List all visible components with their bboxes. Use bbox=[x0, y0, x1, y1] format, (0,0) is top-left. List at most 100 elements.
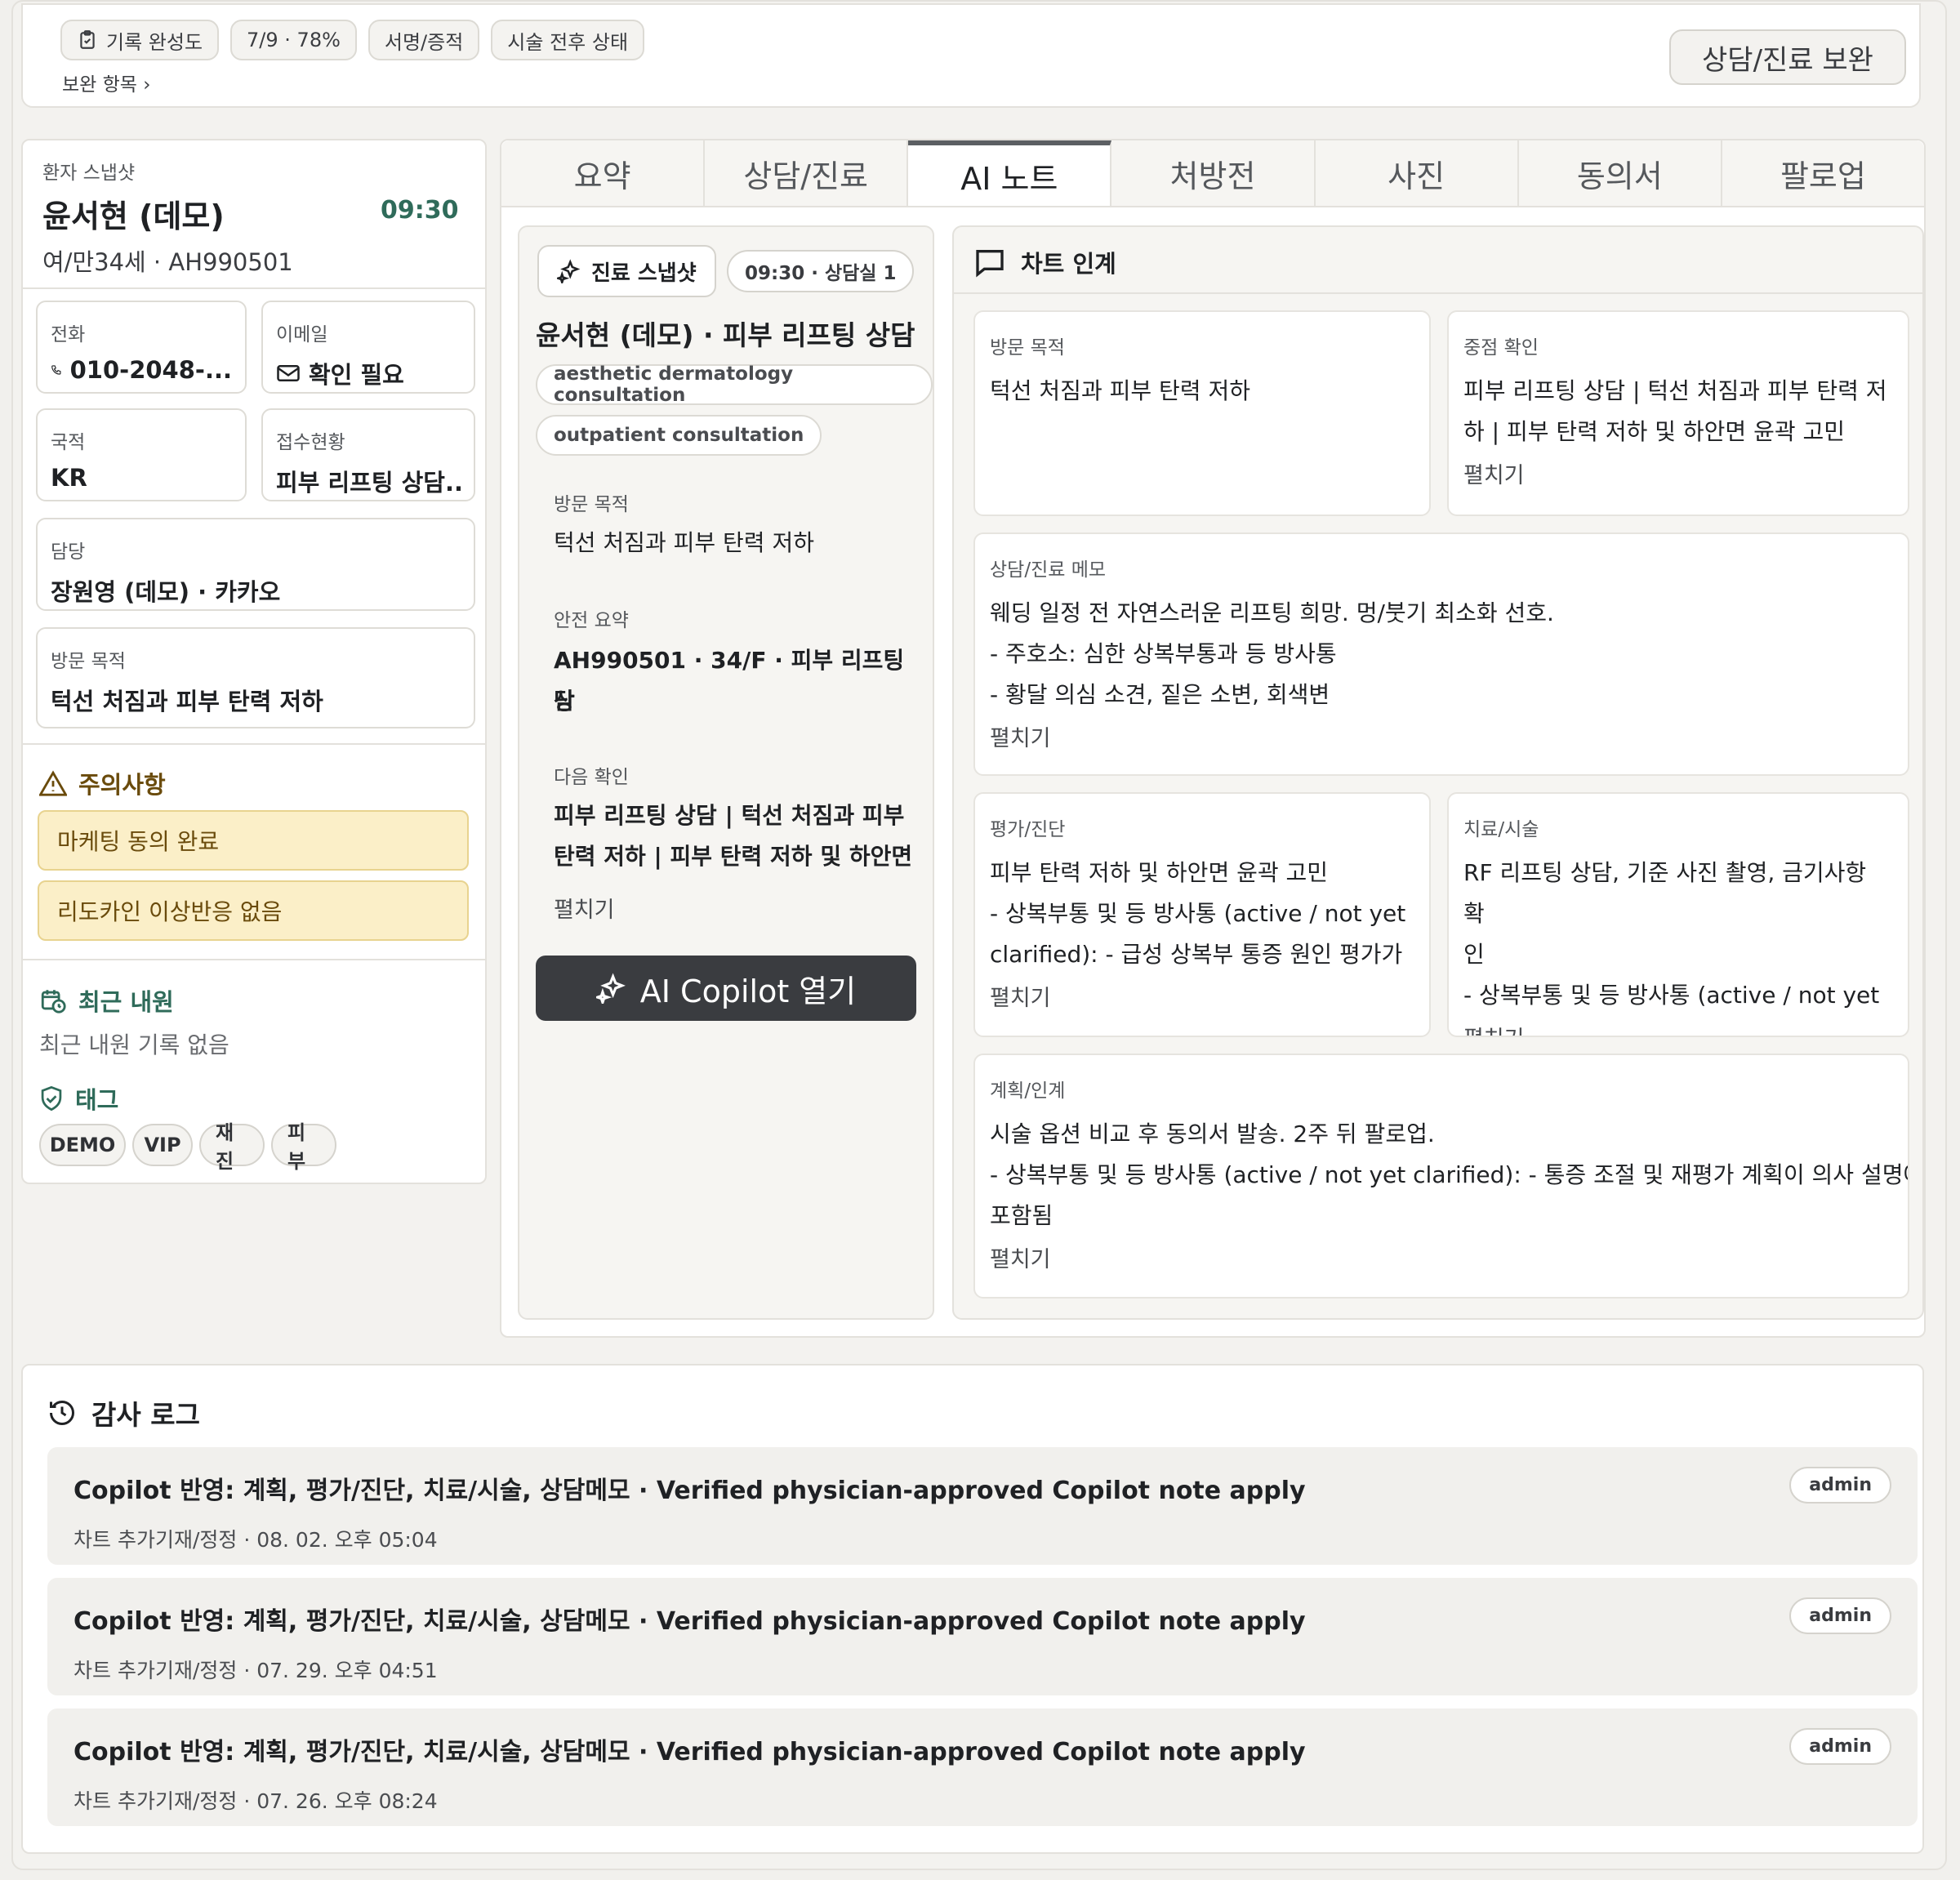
pill-score[interactable]: 7/9 · 78% bbox=[230, 20, 357, 60]
record-completeness-bar: 기록 완성도 7/9 · 78% 서명/증적 시술 전후 상태 보완 항목 › … bbox=[21, 3, 1921, 108]
caution-item: 리도카인 이상반응 없음 bbox=[38, 880, 469, 941]
tags-header: 태그 bbox=[39, 1081, 118, 1116]
phone-icon bbox=[51, 365, 61, 375]
visit-label: 방문 목적 bbox=[554, 494, 629, 515]
clipboard-icon bbox=[80, 30, 95, 49]
chat-icon bbox=[976, 250, 1004, 278]
email-label: 이메일 bbox=[276, 324, 328, 345]
safety-label: 안전 요약 bbox=[554, 610, 629, 631]
tab-consent[interactable]: 동의서 bbox=[1519, 140, 1722, 206]
patient-meta: 여/만34세 · AH990501 bbox=[42, 248, 293, 276]
card-line: - 상복부통 및 등 방사통 (active / not yet clarifi… bbox=[990, 1161, 1909, 1188]
safety-text: 담 bbox=[554, 688, 575, 715]
clinical-snapshot-card: 진료 스냅샷 09:30 · 상담실 1 윤서현 (데모) · 피부 리프팅 상… bbox=[518, 225, 934, 1320]
snapshot-title: 윤서현 (데모) · 피부 리프팅 상담 bbox=[536, 319, 915, 351]
expand-link[interactable]: 펼치기 bbox=[1463, 457, 1893, 489]
tag-chip[interactable]: DEMO bbox=[39, 1124, 126, 1166]
audit-row[interactable]: Copilot 반영: 계획, 평가/진단, 치료/시술, 상담메모 · Ver… bbox=[47, 1447, 1918, 1565]
expand-link[interactable]: 펼치기 bbox=[1463, 1021, 1893, 1036]
card-label: 계획/인계 bbox=[990, 1080, 1066, 1102]
card-line: - 상복부통 및 등 방사통 (active / not yet bbox=[990, 900, 1406, 927]
tag-chip[interactable]: 재진 bbox=[199, 1121, 265, 1173]
sparkle-icon bbox=[557, 259, 581, 283]
service-chip: aesthetic dermatology consultation bbox=[536, 363, 933, 406]
audit-row-sub: 차트 추가기재/정정 · 08. 02. 오후 05:04 bbox=[74, 1528, 438, 1552]
visit-purpose-field: 방문 목적 턱선 처짐과 피부 탄력 저하 bbox=[36, 627, 475, 728]
tag-list: DEMO VIP 재진 피부 bbox=[39, 1121, 343, 1173]
snapshot-button-label: 진료 스냅샷 bbox=[591, 261, 697, 286]
handoff-header: 차트 인계 bbox=[973, 245, 1116, 279]
supplement-items-link[interactable]: 보완 항목 › bbox=[62, 69, 150, 96]
next-check-text: 탄력 저하 | 피부 탄력 저하 및 하안면 bbox=[554, 843, 913, 870]
audit-row-sub: 차트 추가기재/정정 · 07. 26. 오후 08:24 bbox=[74, 1789, 438, 1813]
pill-procedure-status[interactable]: 시술 전후 상태 bbox=[491, 20, 645, 60]
caution-item: 마케팅 동의 완료 bbox=[38, 810, 469, 871]
card-label: 상담/진료 메모 bbox=[990, 559, 1107, 581]
recent-visit-title: 최근 내원 bbox=[78, 988, 174, 1016]
open-copilot-button[interactable]: AI Copilot 열기 bbox=[536, 956, 916, 1021]
audit-row-title: Copilot 반영: 계획, 평가/진단, 치료/시술, 상담메모 · Ver… bbox=[74, 1477, 1306, 1505]
expand-link[interactable]: 펼치기 bbox=[990, 980, 1414, 1012]
supplement-consult-button[interactable]: 상담/진료 보완 bbox=[1669, 29, 1906, 85]
staff-label: 담당 bbox=[51, 541, 86, 563]
card-line: 턱선 처짐과 피부 탄력 저하 bbox=[990, 377, 1250, 404]
handoff-treatment-card: 치료/시술 RF 리프팅 상담, 기준 사진 촬영, 금기사항 확 인 - 상복… bbox=[1447, 792, 1909, 1037]
tab-prescription[interactable]: 처방전 bbox=[1111, 140, 1316, 206]
email-field[interactable]: 이메일 확인 필요 bbox=[261, 301, 475, 394]
audit-row[interactable]: Copilot 반영: 계획, 평가/진단, 치료/시술, 상담메모 · Ver… bbox=[47, 1578, 1918, 1695]
mail-icon bbox=[277, 365, 300, 381]
next-check-text: 피부 리프팅 상담 | 턱선 처짐과 피부 bbox=[554, 802, 905, 829]
tag-chip[interactable]: 피부 bbox=[271, 1121, 336, 1173]
snapshot-button[interactable]: 진료 스냅샷 bbox=[537, 245, 716, 297]
card-line: - 상복부통 및 등 방사통 (active / not yet bbox=[1463, 982, 1880, 1009]
handoff-memo-card: 상담/진료 메모 웨딩 일정 전 자연스러운 리프팅 희망. 멍/붓기 최소화 … bbox=[973, 532, 1909, 776]
card-line: 피부 탄력 저하 및 하안면 윤곽 고민 bbox=[990, 859, 1329, 886]
card-line: 인 bbox=[1463, 941, 1485, 968]
patient-name: 윤서현 (데모) bbox=[42, 198, 225, 234]
history-icon bbox=[50, 1400, 74, 1425]
visit-value: 턱선 처짐과 피부 탄력 저하 bbox=[51, 688, 323, 715]
audit-title: 감사 로그 bbox=[91, 1399, 200, 1431]
email-text: 확인 필요 bbox=[309, 361, 404, 389]
caution-header: 주의사항 bbox=[39, 766, 166, 800]
service-chip: outpatient consultation bbox=[536, 415, 822, 456]
card-line: - 주호소: 심한 상복부통과 등 방사통 bbox=[990, 640, 1337, 667]
appointment-time: 09:30 bbox=[381, 196, 459, 225]
tab-photos[interactable]: 사진 bbox=[1316, 140, 1519, 206]
reception-field: 접수현황 피부 리프팅 상담... bbox=[261, 408, 475, 501]
copilot-button-label: AI Copilot 열기 bbox=[639, 973, 857, 1009]
tab-ai-note[interactable]: AI 노트 bbox=[908, 140, 1112, 206]
pill-signature[interactable]: 서명/증적 bbox=[368, 20, 480, 60]
phone-value: 010-2048-... bbox=[51, 356, 232, 384]
card-label: 평가/진단 bbox=[990, 819, 1066, 840]
recent-visit-header: 최근 내원 bbox=[39, 983, 174, 1018]
expand-link[interactable]: 펼치기 bbox=[990, 720, 1893, 752]
completeness-pills: 기록 완성도 7/9 · 78% 서명/증적 시술 전후 상태 bbox=[60, 20, 656, 60]
tab-followup[interactable]: 팔로업 bbox=[1722, 140, 1924, 206]
staff-field: 담당 장원영 (데모) · 카카오 bbox=[36, 518, 475, 611]
card-label: 중점 확인 bbox=[1463, 337, 1539, 359]
caution-title: 주의사항 bbox=[78, 771, 166, 799]
tab-summary[interactable]: 요약 bbox=[501, 140, 706, 206]
pill-completeness[interactable]: 기록 완성도 bbox=[60, 20, 220, 60]
card-label: 방문 목적 bbox=[990, 337, 1065, 359]
nationality-label: 국적 bbox=[51, 432, 86, 453]
audit-row-title: Copilot 반영: 계획, 평가/진단, 치료/시술, 상담메모 · Ver… bbox=[74, 1607, 1306, 1636]
user-badge: admin bbox=[1789, 1597, 1891, 1634]
phone-field[interactable]: 전화 010-2048-... bbox=[36, 301, 247, 394]
tab-bar: 요약 상담/진료 AI 노트 처방전 사진 동의서 팔로업 bbox=[501, 140, 1924, 207]
divider bbox=[23, 287, 485, 289]
next-check-label: 다음 확인 bbox=[554, 767, 629, 788]
expand-link[interactable]: 펼치기 bbox=[990, 1241, 1893, 1273]
divider bbox=[23, 959, 485, 960]
audit-row[interactable]: Copilot 반영: 계획, 평가/진단, 치료/시술, 상담메모 · Ver… bbox=[47, 1708, 1918, 1826]
card-line: 하 | 피부 탄력 저하 및 하안면 윤곽 고민 bbox=[1463, 418, 1846, 445]
card-line: 웨딩 일정 전 자연스러운 리프팅 희망. 멍/붓기 최소화 선호. bbox=[990, 599, 1554, 626]
tab-consultation[interactable]: 상담/진료 bbox=[705, 140, 909, 206]
card-line: - 황달 의심 소견, 짙은 소변, 회색변 bbox=[990, 681, 1330, 708]
card-line: 시술 옵션 비교 후 동의서 발송. 2주 뒤 팔로업. bbox=[990, 1120, 1435, 1147]
recent-visit-empty: 최근 내원 기록 없음 bbox=[39, 1031, 229, 1058]
tag-chip[interactable]: VIP bbox=[132, 1124, 193, 1166]
patient-section-label: 환자 스냅샷 bbox=[42, 163, 136, 184]
expand-link[interactable]: 펼치기 bbox=[554, 892, 615, 924]
